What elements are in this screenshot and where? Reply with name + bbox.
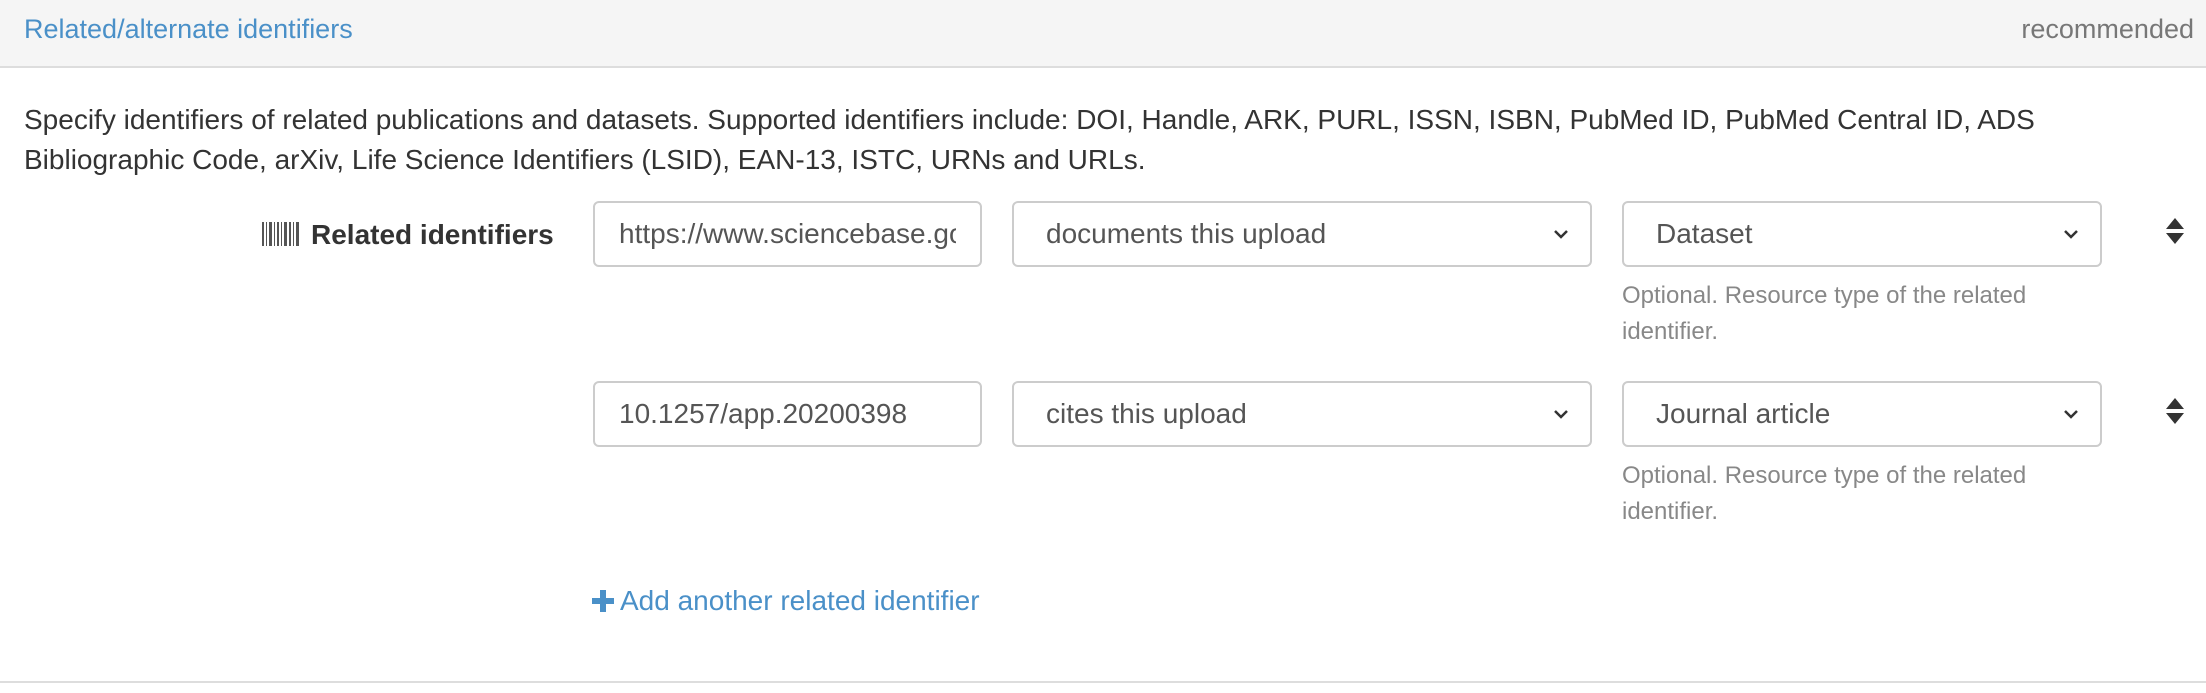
help-text: Specify identifiers of related publicati… (24, 104, 2035, 175)
resource-type-select[interactable]: Journal article (1622, 381, 2102, 447)
panel-bottom-divider (0, 681, 2206, 683)
panel-title-link[interactable]: Related/alternate identifiers (24, 12, 353, 46)
resource-type-select-value: Dataset (1656, 218, 1753, 249)
plus-icon (592, 590, 614, 612)
sort-handle-icon[interactable] (2165, 397, 2185, 425)
resource-type-hint: Optional. Resource type of the related i… (1622, 282, 2027, 345)
relation-select-value: cites this upload (1046, 398, 1247, 429)
resource-type-select[interactable]: Dataset (1622, 201, 2102, 267)
field-label-text: Related identifiers (311, 219, 554, 250)
chevron-down-icon (1554, 230, 1568, 239)
chevron-down-icon (1554, 410, 1568, 419)
add-related-identifier-label: Add another related identifier (620, 585, 980, 616)
relation-select-value: documents this upload (1046, 218, 1327, 249)
resource-type-hint: Optional. Resource type of the related i… (1622, 462, 2027, 525)
chevron-down-icon (2064, 230, 2078, 239)
identifier-input[interactable] (593, 201, 982, 267)
panel-heading: Related/alternate identifiers recommende… (0, 0, 2206, 68)
chevron-down-icon (2064, 410, 2078, 419)
sort-handle-icon[interactable] (2165, 217, 2185, 245)
recommended-badge: recommended (2021, 14, 2194, 44)
identifier-input[interactable] (593, 381, 982, 447)
relation-select[interactable]: documents this upload (1012, 201, 1592, 267)
related-identifiers-label: Related identifiers (262, 217, 554, 253)
relation-select[interactable]: cites this upload (1012, 381, 1592, 447)
resource-type-select-value: Journal article (1656, 398, 1831, 429)
add-related-identifier-button[interactable]: Add another related identifier (592, 581, 980, 621)
barcode-icon (262, 222, 299, 246)
